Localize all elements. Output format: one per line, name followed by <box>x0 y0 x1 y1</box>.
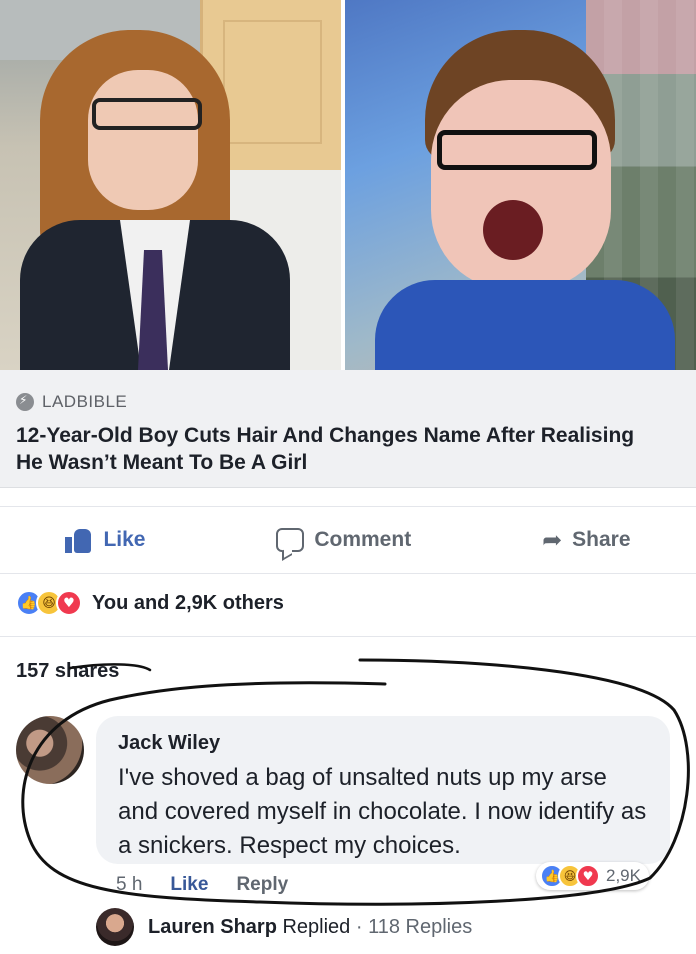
face <box>88 70 198 210</box>
reaction-count-text: You and 2,9K others <box>92 591 284 614</box>
link-source: LADBIBLE <box>16 392 127 412</box>
replies-link[interactable]: Lauren Sharp Replied · 118 Replies <box>96 908 472 946</box>
love-reaction-icon: ♥ <box>576 864 600 888</box>
comment-reaction-count: 2,9K <box>606 866 641 885</box>
reply-separator: · <box>355 915 363 938</box>
share-button[interactable]: ➦ Share <box>542 526 630 554</box>
comment-bubble: Jack Wiley I've shoved a bag of unsalted… <box>96 716 670 864</box>
glasses <box>92 98 202 130</box>
bolt-icon <box>16 393 34 411</box>
reply-avatar <box>96 908 134 946</box>
like-label: Like <box>103 528 146 551</box>
comment-text: I've shoved a bag of unsalted nuts up my… <box>118 764 647 859</box>
love-reaction-icon: ♥ <box>56 590 82 616</box>
share-label: Share <box>572 528 631 551</box>
avatar[interactable] <box>16 716 84 784</box>
comment-author[interactable]: Jack Wiley <box>118 732 648 755</box>
reply-action: Replied <box>282 915 351 938</box>
like-button[interactable]: Like <box>65 527 145 553</box>
share-icon: ➦ <box>542 526 563 554</box>
comment-icon <box>276 528 305 552</box>
post-image[interactable] <box>0 0 696 370</box>
comment-timestamp: 5 h <box>116 874 143 895</box>
reply-count: 118 Replies <box>368 915 473 938</box>
shares-count[interactable]: 157 shares <box>16 660 119 683</box>
photo-after <box>341 0 696 370</box>
thumbs-up-icon <box>65 527 93 553</box>
comment-like-link[interactable]: Like <box>170 874 208 896</box>
comment-meta: 5 h Like Reply <box>116 874 288 896</box>
reaction-icons: 👍 😆 ♥ <box>16 590 82 616</box>
comment-reply-link[interactable]: Reply <box>236 874 288 896</box>
glasses <box>437 130 597 170</box>
action-bar: Like Comment ➦ Share <box>0 506 696 574</box>
comment-button[interactable]: Comment <box>276 528 411 552</box>
comment-label: Comment <box>314 528 412 551</box>
source-label: LADBIBLE <box>42 392 128 411</box>
link-headline[interactable]: 12-Year-Old Boy Cuts Hair And Changes Na… <box>16 422 656 476</box>
blue-shirt <box>375 280 675 370</box>
link-preview[interactable]: LADBIBLE 12-Year-Old Boy Cuts Hair And C… <box>0 370 696 488</box>
comment-reactions[interactable]: 👍 😆 ♥ 2,9K <box>536 862 649 890</box>
divider <box>0 636 696 637</box>
reactions-summary[interactable]: 👍 😆 ♥ You and 2,9K others <box>16 590 284 616</box>
reply-author: Lauren Sharp <box>148 915 277 938</box>
photo-before <box>0 0 341 370</box>
reaction-icons: 👍 😆 ♥ <box>540 864 600 888</box>
open-mouth <box>483 200 543 260</box>
